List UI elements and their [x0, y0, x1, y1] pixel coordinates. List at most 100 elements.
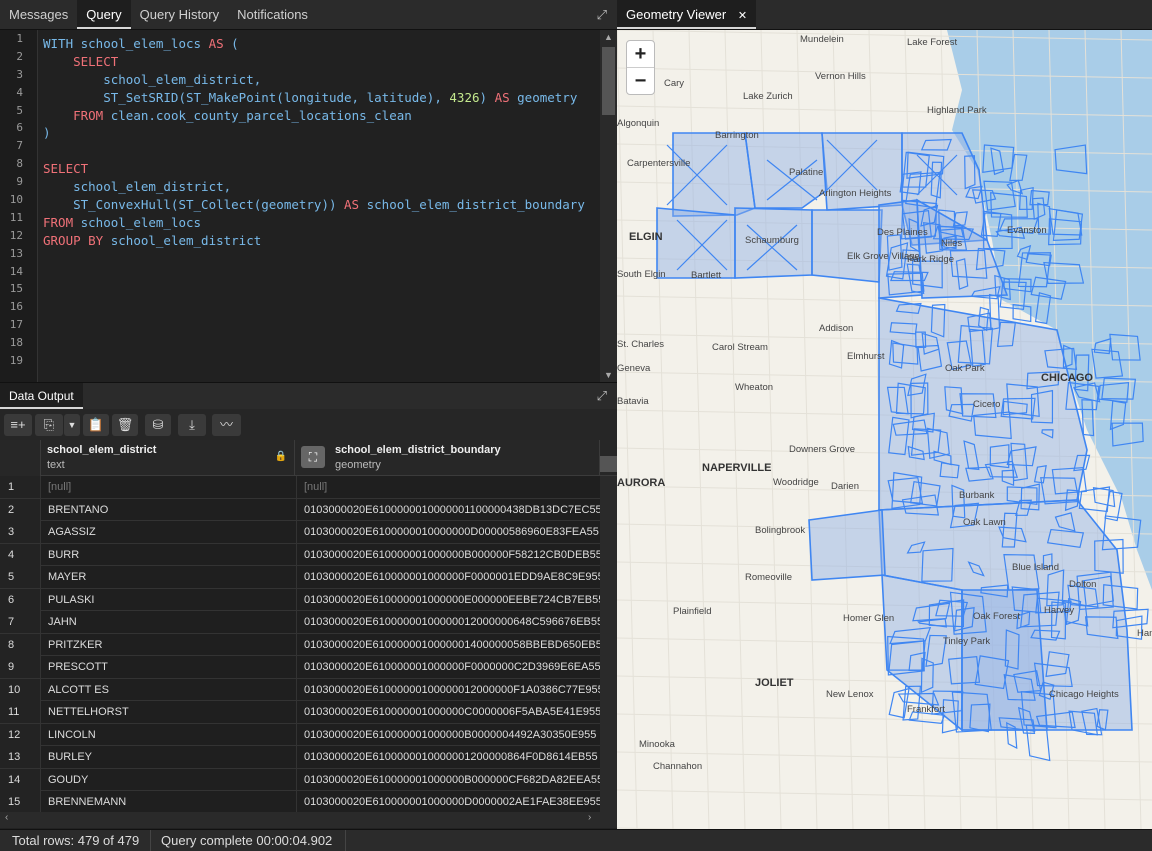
table-row[interactable]: 7 JAHN 0103000020E610000001000000120000006… — [0, 611, 600, 634]
graph-icon[interactable]: 〰 — [212, 414, 241, 436]
tab-query-history[interactable]: Query History — [131, 0, 228, 29]
row-number[interactable]: 15 — [0, 791, 41, 812]
code-line[interactable]: FROM school_elem_locs — [43, 214, 585, 232]
cell-district[interactable]: ALCOTT ES — [48, 679, 288, 701]
maximize-icon[interactable]: ⤢ — [597, 7, 607, 23]
map-view-icon[interactable]: ⛶ — [301, 446, 325, 468]
cell-geometry[interactable]: 0103000020E610000001000000F0000000C2D396… — [296, 656, 600, 678]
row-number[interactable]: 8 — [0, 633, 41, 656]
table-row[interactable]: 13 BURLEY 0103000020E610000001000000120000… — [0, 746, 600, 769]
row-number[interactable]: 7 — [0, 611, 41, 633]
cell-geometry[interactable]: 0103000020E6100000010000001100000438DB13… — [296, 498, 600, 521]
tab-query[interactable]: Query — [77, 0, 131, 29]
zoom-out-button[interactable]: − — [627, 68, 654, 95]
cell-geometry[interactable]: 0103000020E610000001000000C0000006F5ABA5… — [296, 701, 600, 723]
scroll-up-icon[interactable]: ▲ — [600, 30, 617, 44]
cell-district[interactable]: PULASKI — [48, 589, 288, 611]
code-line[interactable]: WITH school_elem_locs AS ( — [43, 35, 585, 53]
row-number[interactable]: 4 — [0, 543, 41, 566]
row-number[interactable]: 11 — [0, 701, 41, 723]
row-number[interactable]: 3 — [0, 521, 41, 543]
tab-geometry-viewer[interactable]: Geometry Viewer ✕ — [617, 0, 757, 29]
scroll-left-icon[interactable]: ‹ — [5, 812, 8, 823]
code-line[interactable]: ) — [43, 124, 585, 142]
column-header[interactable]: school_elem_district text 🔒 — [41, 440, 295, 476]
table-row[interactable]: 8 PRITZKER 0103000020E61000000100000014000… — [0, 633, 600, 656]
row-number[interactable]: 2 — [0, 498, 41, 521]
row-number[interactable]: 13 — [0, 746, 41, 768]
cell-district[interactable]: PRESCOTT — [48, 656, 288, 678]
cell-district[interactable]: AGASSIZ — [48, 521, 288, 543]
editor-scrollbar[interactable]: ▲ ▼ — [600, 30, 617, 382]
cell-geometry[interactable]: 0103000020E610000001000000F0000001EDD9AE… — [296, 566, 600, 588]
cell-district[interactable]: LINCOLN — [48, 724, 288, 746]
add-row-icon[interactable]: ≡+ — [4, 414, 32, 436]
paste-icon[interactable]: 📋 — [83, 414, 109, 436]
cell-geometry[interactable]: 0103000020E610000001000000B000000CF682DA… — [296, 768, 600, 791]
sql-code[interactable]: WITH school_elem_locs AS ( SELECT school… — [43, 35, 585, 250]
code-line[interactable]: ST_ConvexHull(ST_Collect(geometry)) AS s… — [43, 196, 585, 214]
cell-geometry[interactable]: 0103000020E61000000100000012000000F1A038… — [296, 678, 600, 701]
cell-district[interactable]: BURR — [48, 544, 288, 566]
cell-geometry[interactable]: 0103000020E610000001000000D0000002AE1FAE… — [296, 791, 600, 812]
cell-geometry[interactable]: 0103000020E6100000010000001200000864F0D8… — [296, 746, 600, 768]
delete-icon[interactable]: 🗑 — [112, 414, 138, 436]
grid-scroll-thumb[interactable] — [600, 456, 617, 472]
tab-notifications[interactable]: Notifications — [228, 0, 317, 29]
table-row[interactable]: 2 BRENTANO 0103000020E61000000100000011000… — [0, 498, 600, 521]
tab-data-output[interactable]: Data Output — [0, 383, 83, 409]
row-number[interactable]: 9 — [0, 656, 41, 678]
sql-editor[interactable]: 1 2 3 4 5 6 7 8 9 10 11 12 13 14 15 16 1… — [0, 30, 617, 382]
code-line[interactable]: SELECT — [43, 53, 585, 71]
scroll-down-icon[interactable]: ▼ — [600, 368, 617, 382]
cell-district[interactable]: [null] — [48, 476, 288, 498]
column-header[interactable]: ⛶ school_elem_district_boundary geometry — [295, 440, 600, 476]
table-row[interactable]: 5 MAYER 0103000020E610000001000000F0000001… — [0, 566, 600, 589]
chevron-down-icon[interactable]: ▼ — [64, 414, 80, 436]
cell-district[interactable]: BURLEY — [48, 746, 288, 768]
scroll-thumb[interactable] — [602, 47, 615, 115]
code-line[interactable]: SELECT — [43, 160, 585, 178]
zoom-in-button[interactable]: + — [627, 41, 654, 68]
code-line[interactable]: FROM clean.cook_county_parcel_locations_… — [43, 107, 585, 125]
cell-geometry[interactable]: 0103000020E6100000010000000D00000586960E… — [296, 521, 600, 543]
tab-messages[interactable]: Messages — [0, 0, 77, 29]
cell-district[interactable]: BRENNEMANN — [48, 791, 288, 812]
cell-district[interactable]: BRENTANO — [48, 499, 288, 521]
cell-district[interactable]: MAYER — [48, 566, 288, 588]
row-number[interactable]: 1 — [0, 476, 41, 498]
cell-geometry[interactable]: 0103000020E610000001000000E000000EEBE724… — [296, 588, 600, 611]
cell-geometry[interactable]: 0103000020E61000000100000012000000648C59… — [296, 611, 600, 633]
code-line[interactable]: school_elem_district, — [43, 178, 585, 196]
cell-district[interactable]: JAHN — [48, 611, 288, 633]
cell-district[interactable]: NETTELHORST — [48, 701, 288, 723]
table-row[interactable]: 3 AGASSIZ 0103000020E6100000010000000D0000… — [0, 521, 600, 544]
table-row[interactable]: 15 BRENNEMANN 0103000020E610000001000000D0… — [0, 791, 600, 812]
table-row[interactable]: 14 GOUDY 0103000020E610000001000000B000000… — [0, 768, 600, 791]
row-number[interactable]: 10 — [0, 678, 41, 701]
scroll-right-icon[interactable]: › — [588, 812, 591, 823]
cell-district[interactable]: PRITZKER — [48, 634, 288, 656]
code-line[interactable]: school_elem_district, — [43, 71, 585, 89]
cell-district[interactable]: GOUDY — [48, 769, 288, 791]
grid-vscrollbar[interactable] — [600, 476, 617, 812]
code-line[interactable]: GROUP BY school_elem_district — [43, 232, 585, 250]
table-row[interactable]: 10 ALCOTT ES 0103000020E610000001000000120… — [0, 678, 600, 701]
download-icon[interactable]: ⤓ — [178, 414, 206, 436]
code-line[interactable]: ST_SetSRID(ST_MakePoint(longitude, latit… — [43, 89, 585, 107]
cell-geometry[interactable]: 0103000020E610000001000000B000000F58212C… — [296, 543, 600, 566]
row-number[interactable]: 5 — [0, 566, 41, 588]
code-line[interactable] — [43, 142, 585, 160]
save-data-icon[interactable]: ⛁ — [145, 414, 171, 436]
row-number[interactable]: 12 — [0, 723, 41, 746]
map-view[interactable]: Mundelein Lake Forest Cary Vernon Hills Lake… — [617, 30, 1152, 829]
table-row[interactable]: 1 [null] [null] — [0, 476, 600, 499]
copy-icon[interactable]: ⎘ — [35, 414, 63, 436]
table-row[interactable]: 4 BURR 0103000020E610000001000000B000000F5… — [0, 543, 600, 566]
table-row[interactable]: 9 PRESCOTT 0103000020E610000001000000F0000… — [0, 656, 600, 679]
grid-hscrollbar[interactable]: ‹ › — [0, 812, 617, 828]
maximize-icon[interactable]: ⤢ — [597, 388, 607, 404]
cell-geometry[interactable]: [null] — [296, 476, 600, 498]
cell-geometry[interactable]: 0103000020E6100000010000001400000058BBEB… — [296, 633, 600, 656]
table-row[interactable]: 6 PULASKI 0103000020E610000001000000E00000… — [0, 588, 600, 611]
